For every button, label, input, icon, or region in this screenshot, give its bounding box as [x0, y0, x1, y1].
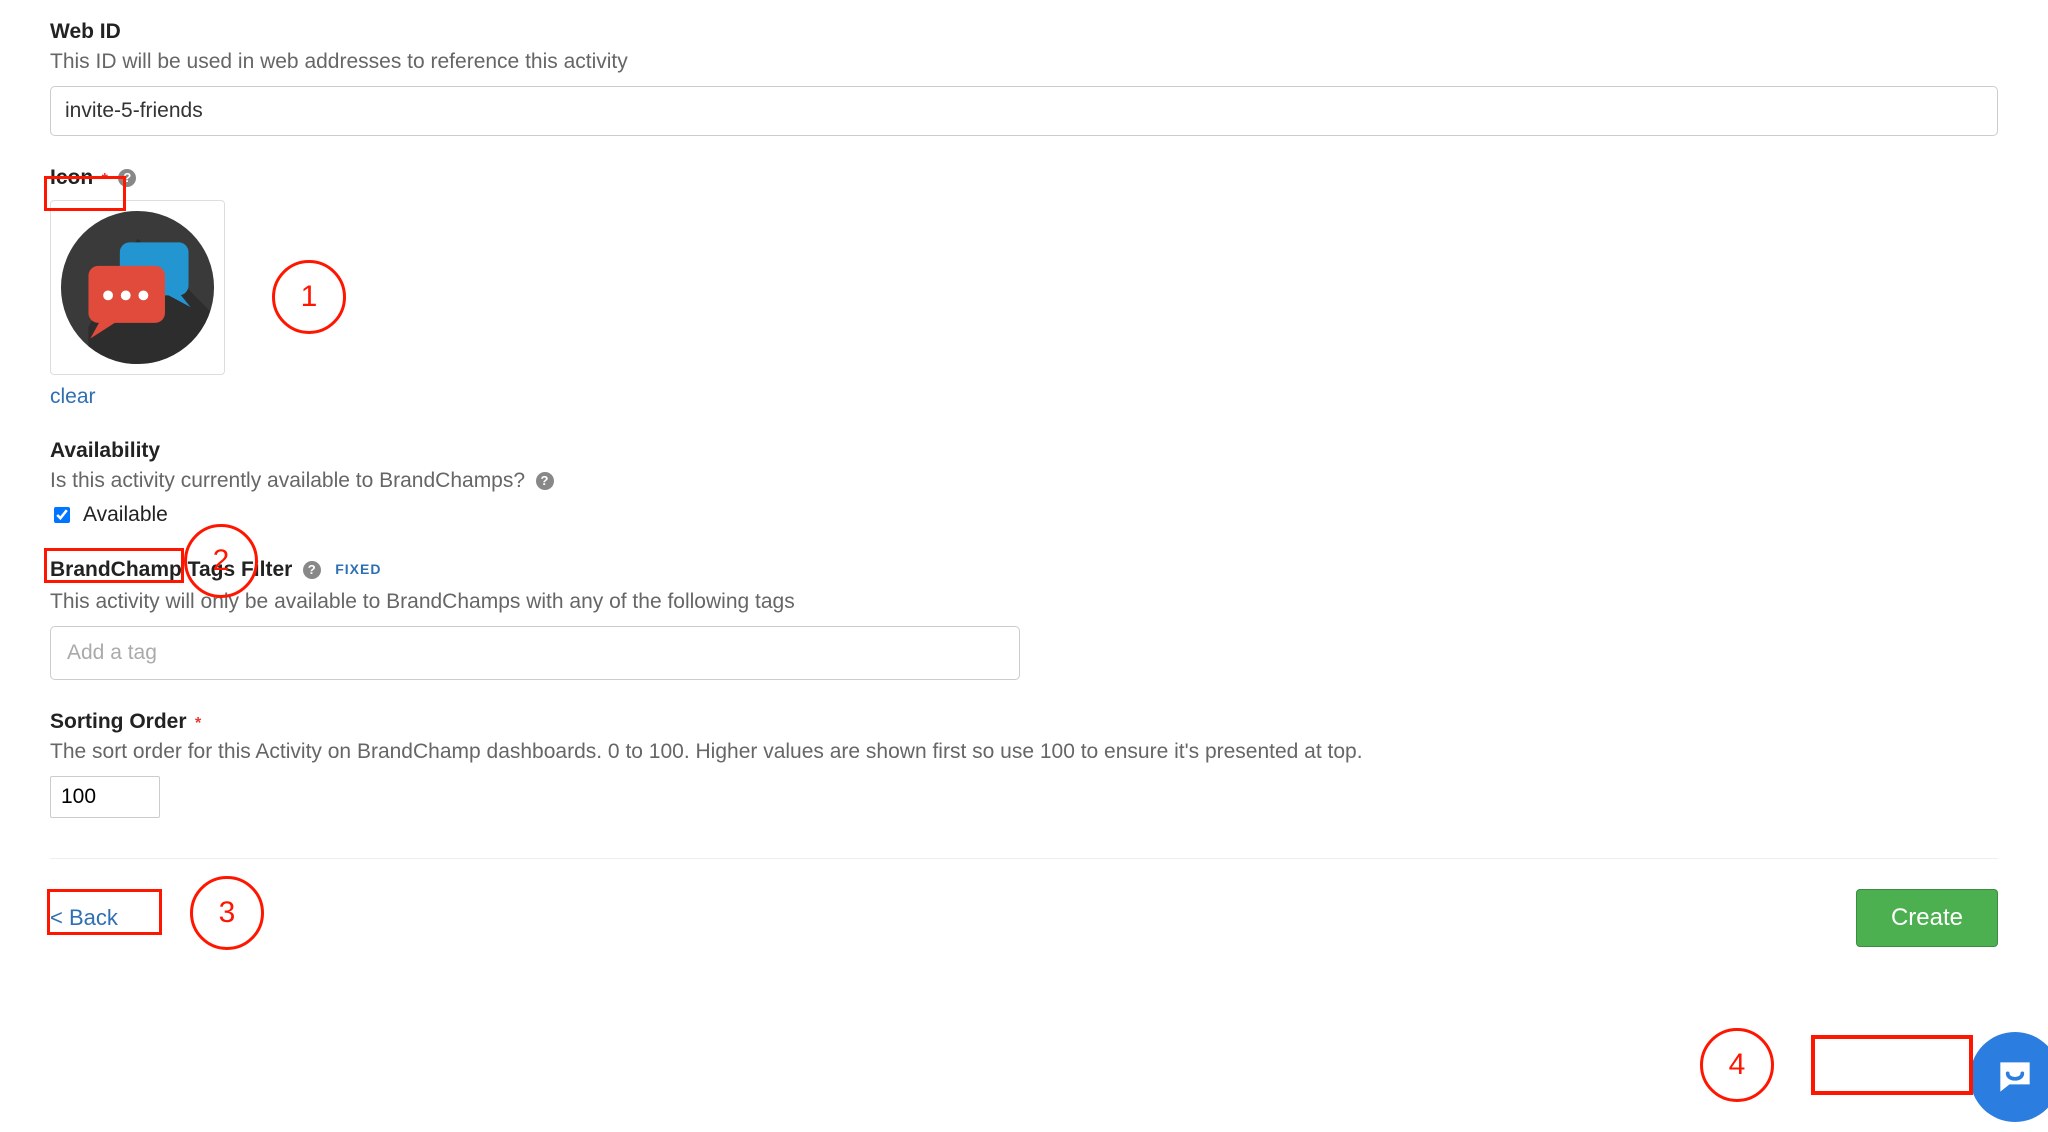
help-icon[interactable]: ? [303, 561, 321, 579]
web-id-help: This ID will be used in web addresses to… [50, 50, 1998, 74]
icon-label: Icon [50, 166, 93, 189]
icon-label-row: Icon * ? [50, 166, 1998, 190]
create-button[interactable]: Create [1856, 889, 1998, 947]
activity-settings-form: Web ID This ID will be used in web addre… [0, 0, 2048, 1132]
annotation-box-create [1811, 1035, 1973, 1095]
web-id-group: Web ID This ID will be used in web addre… [50, 20, 1998, 136]
fixed-badge: FIXED [335, 561, 381, 577]
required-marker: * [102, 171, 108, 188]
tags-input[interactable] [50, 626, 1020, 680]
required-marker: * [195, 715, 201, 732]
availability-help: Is this activity currently available to … [50, 469, 525, 492]
sorting-label: Sorting Order [50, 710, 187, 733]
chat-smile-icon [1993, 1055, 2037, 1099]
chat-bubbles-icon [59, 209, 216, 366]
sorting-help: The sort order for this Activity on Bran… [50, 740, 1998, 764]
web-id-label: Web ID [50, 20, 1998, 44]
tags-filter-label: BrandChamp Tags Filter [50, 558, 292, 581]
available-checkbox[interactable] [54, 507, 70, 523]
availability-group: Availability Is this activity currently … [50, 439, 1998, 528]
available-checkbox-row[interactable]: Available [50, 503, 168, 527]
sorting-order-input[interactable] [50, 776, 160, 818]
available-checkbox-label: Available [83, 503, 168, 527]
back-link[interactable]: < Back [50, 905, 118, 931]
intercom-launcher[interactable] [1970, 1032, 2048, 1122]
help-icon[interactable]: ? [536, 472, 554, 490]
tags-filter-help: This activity will only be available to … [50, 590, 1998, 614]
help-icon[interactable]: ? [118, 169, 136, 187]
icon-preview[interactable] [50, 200, 225, 375]
divider [50, 858, 1998, 859]
web-id-input[interactable] [50, 86, 1998, 136]
sorting-order-group: Sorting Order * The sort order for this … [50, 710, 1998, 818]
annotation-step-4: 4 [1700, 1028, 1774, 1102]
form-footer: < Back Create [50, 889, 1998, 947]
tags-filter-group: BrandChamp Tags Filter ? FIXED This acti… [50, 558, 1998, 680]
icon-group: Icon * ? [50, 166, 1998, 409]
availability-label: Availability [50, 439, 1998, 463]
clear-icon-link[interactable]: clear [50, 385, 96, 409]
